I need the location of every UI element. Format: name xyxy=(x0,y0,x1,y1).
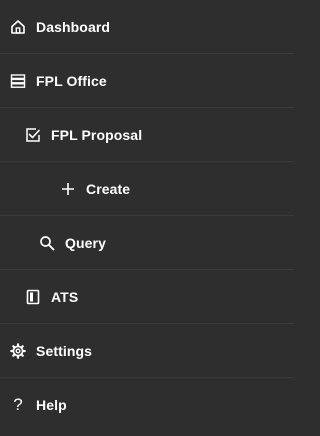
sidebar-item-fpl-proposal[interactable]: FPL Proposal xyxy=(0,108,294,162)
sidebar-item-label: ATS xyxy=(51,288,79,305)
checkbox-icon xyxy=(25,127,41,143)
sidebar-item-label: FPL Office xyxy=(36,72,107,89)
sidebar-item-label: Dashboard xyxy=(36,18,111,35)
sidebar-item-settings[interactable]: Settings xyxy=(0,324,294,378)
sidebar-item-ats[interactable]: ATS xyxy=(0,270,294,324)
home-icon xyxy=(10,19,26,35)
server-icon xyxy=(10,73,26,89)
sidebar-nav: Dashboard FPL Office FPL Proposal Create xyxy=(0,0,294,436)
sidebar-item-create[interactable]: Create xyxy=(0,162,294,216)
sidebar-item-label: Settings xyxy=(36,342,93,359)
sidebar-item-fpl-office[interactable]: FPL Office xyxy=(0,54,294,108)
sidebar-item-query[interactable]: Query xyxy=(0,216,294,270)
sidebar-item-label: Help xyxy=(36,397,67,413)
sidebar-item-dashboard[interactable]: Dashboard xyxy=(0,0,294,54)
sidebar-item-label: Create xyxy=(86,180,131,197)
plus-icon xyxy=(60,181,76,197)
question-icon: ? xyxy=(13,395,23,414)
book-icon xyxy=(25,289,41,305)
sidebar-item-help[interactable]: ? Help xyxy=(0,378,294,432)
search-icon xyxy=(39,235,55,251)
sidebar-item-label: Query xyxy=(65,234,106,251)
gear-icon xyxy=(10,342,26,359)
sidebar-item-label: FPL Proposal xyxy=(51,126,143,143)
